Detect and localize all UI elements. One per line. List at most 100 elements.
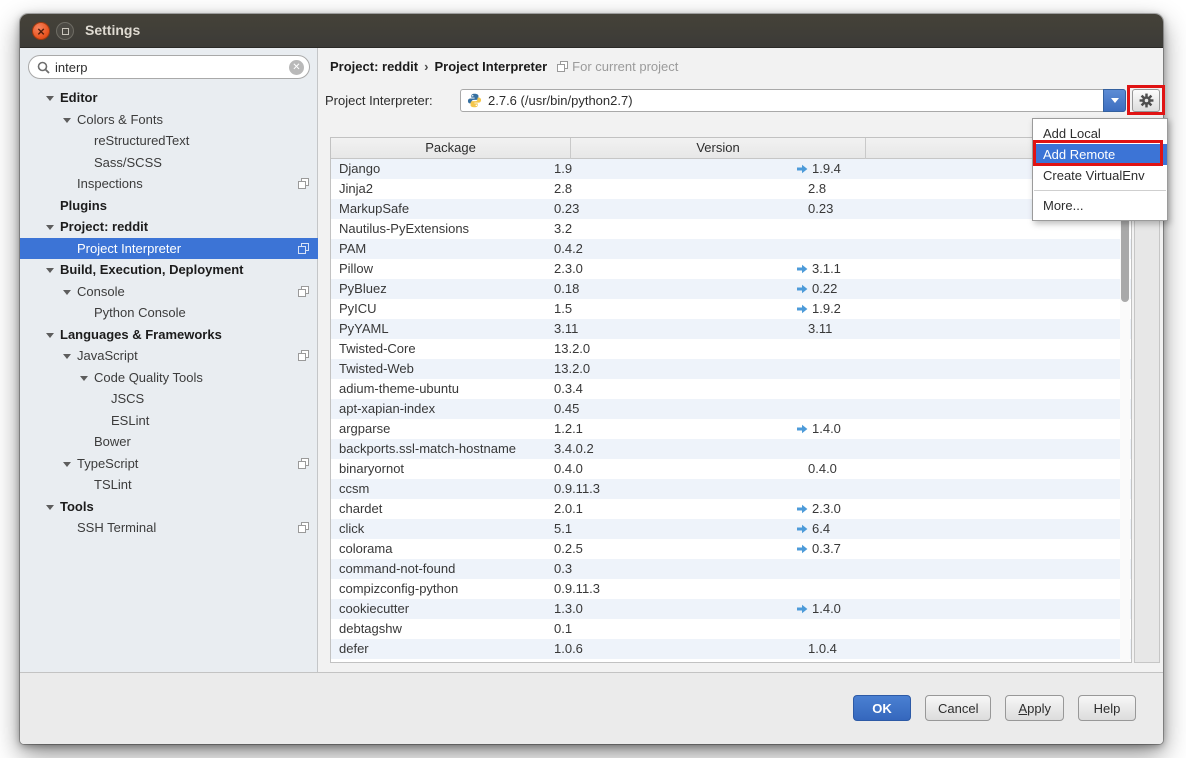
package-row-pam[interactable]: PAM0.4.2 xyxy=(331,239,1131,259)
column-header-package[interactable]: Package xyxy=(331,138,571,159)
sidebar-item-plugins[interactable]: Plugins xyxy=(20,195,318,217)
sidebar-item-jscs[interactable]: JSCS xyxy=(20,388,318,410)
sidebar-item-inspections[interactable]: Inspections xyxy=(20,173,318,195)
gear-button[interactable] xyxy=(1132,89,1160,112)
package-row-pyyaml[interactable]: PyYAML3.113.11 xyxy=(331,319,1131,339)
menu-item-add-local[interactable]: Add Local xyxy=(1033,123,1167,144)
sidebar-item-code-quality-tools[interactable]: Code Quality Tools xyxy=(20,367,318,389)
settings-tree: EditorColors & FontsreStructuredTextSass… xyxy=(20,87,318,539)
sidebar-item-languages-frameworks[interactable]: Languages & Frameworks xyxy=(20,324,318,346)
package-row-command-not-found[interactable]: command-not-found0.3 xyxy=(331,559,1131,579)
upgrade-arrow-icon xyxy=(796,604,808,614)
cell-version: 0.4.0 xyxy=(554,459,583,479)
menu-item-create-virtualenv[interactable]: Create VirtualEnv xyxy=(1033,165,1167,186)
package-row-pybluez[interactable]: PyBluez 0.18 0.22 xyxy=(331,279,1131,299)
sidebar-item-ssh-terminal[interactable]: SSH Terminal xyxy=(20,517,318,539)
sidebar-item-console[interactable]: Console xyxy=(20,281,318,303)
package-row-debtagshw[interactable]: debtagshw0.1 xyxy=(331,619,1131,639)
package-row-django[interactable]: Django1.91.9.4 xyxy=(331,159,1131,179)
cell-version: 13.2.0 xyxy=(554,339,590,359)
apply-button[interactable]: Apply xyxy=(1005,695,1064,721)
upgrade-arrow-icon xyxy=(796,424,808,434)
cell-package: backports.ssl-match-hostname xyxy=(339,439,516,459)
sidebar-item-restructuredtext[interactable]: reStructuredText xyxy=(20,130,318,152)
column-header-version[interactable]: Version xyxy=(571,138,866,159)
sidebar-item-tools[interactable]: Tools xyxy=(20,496,318,518)
cell-version: 0.18 xyxy=(554,279,579,299)
maximize-button[interactable] xyxy=(56,22,74,40)
cell-package: Nautilus-PyExtensions xyxy=(339,219,469,239)
cell-package: Twisted-Core xyxy=(339,339,416,359)
sidebar-item-javascript[interactable]: JavaScript xyxy=(20,345,318,367)
ok-button[interactable]: OK xyxy=(853,695,911,721)
package-row-adium-theme-ubuntu[interactable]: adium-theme-ubuntu0.3.4 xyxy=(331,379,1131,399)
desktop: × Settings ✕ EditorColors & FontsreStruc… xyxy=(0,0,1186,758)
sidebar-item-sass-scss[interactable]: Sass/SCSS xyxy=(20,152,318,174)
sidebar-item-python-console[interactable]: Python Console xyxy=(20,302,318,324)
package-row-twisted-core[interactable]: Twisted-Core 13.2.0 xyxy=(331,339,1131,359)
cell-package: debtagshw xyxy=(339,619,402,639)
chevron-down-icon xyxy=(46,324,60,346)
package-row-ccsm[interactable]: ccsm0.9.11.3 xyxy=(331,479,1131,499)
cell-version: 1.0.6 xyxy=(554,639,583,659)
package-row-click[interactable]: click5.16.4 xyxy=(331,519,1131,539)
help-button[interactable]: Help xyxy=(1078,695,1136,721)
table-header: PackageVersionLatest xyxy=(331,138,1131,159)
cancel-button[interactable]: Cancel xyxy=(925,695,991,721)
cell-package: MarkupSafe xyxy=(339,199,409,219)
upgrade-arrow-icon xyxy=(796,524,808,534)
breadcrumb-separator: › xyxy=(424,59,428,74)
package-row-compizconfig-python[interactable]: compizconfig-python0.9.11.3 xyxy=(331,579,1131,599)
cell-package: chardet xyxy=(339,499,382,519)
table-scrollbar[interactable] xyxy=(1120,160,1130,663)
sidebar-item-bower[interactable]: Bower xyxy=(20,431,318,453)
package-row-binaryornot[interactable]: binaryornot0.4.00.4.0 xyxy=(331,459,1131,479)
package-row-nautilus-pyextensions[interactable]: Nautilus-PyExtensions3.2 xyxy=(331,219,1131,239)
sidebar-item-typescript[interactable]: TypeScript xyxy=(20,453,318,475)
cell-latest: 0.22 xyxy=(796,279,837,299)
cell-latest: 0.23 xyxy=(796,199,833,219)
sidebar-item-project-reddit[interactable]: Project: reddit xyxy=(20,216,318,238)
sidebar-item-tslint[interactable]: TSLint xyxy=(20,474,318,496)
cell-package: PyYAML xyxy=(339,319,389,339)
package-row-dirspec[interactable]: dirspec13.1013.08 xyxy=(331,659,1131,663)
search-input[interactable] xyxy=(55,60,283,75)
package-row-defer[interactable]: defer1.0.61.0.4 xyxy=(331,639,1131,659)
menu-item-more[interactable]: More... xyxy=(1033,195,1167,216)
cell-package: binaryornot xyxy=(339,459,404,479)
close-button[interactable]: × xyxy=(32,22,50,40)
project-scope-icon xyxy=(298,243,309,254)
package-row-chardet[interactable]: chardet2.0.12.3.0 xyxy=(331,499,1131,519)
package-row-cookiecutter[interactable]: cookiecutter1.3.01.4.0 xyxy=(331,599,1131,619)
combo-dropdown-arrow[interactable] xyxy=(1103,89,1126,112)
search-box[interactable]: ✕ xyxy=(28,55,310,79)
cell-package: PyICU xyxy=(339,299,377,319)
interpreter-combobox[interactable]: 2.7.6 (/usr/bin/python2.7) xyxy=(460,89,1126,112)
cell-version: 0.9.11.3 xyxy=(554,579,600,599)
cell-version: 2.8 xyxy=(554,179,572,199)
cell-version: 2.3.0 xyxy=(554,259,583,279)
package-row-jinja2[interactable]: Jinja22.82.8 xyxy=(331,179,1131,199)
cell-version: 0.3 xyxy=(554,559,572,579)
package-row-twisted-web[interactable]: Twisted-Web13.2.0 xyxy=(331,359,1131,379)
sidebar-item-build-execution-deployment[interactable]: Build, Execution, Deployment xyxy=(20,259,318,281)
cell-package: colorama xyxy=(339,539,392,559)
clear-search-icon[interactable]: ✕ xyxy=(289,60,304,75)
package-row-colorama[interactable]: colorama0.2.50.3.7 xyxy=(331,539,1131,559)
cell-package: PyBluez xyxy=(339,279,387,299)
cell-version: 13.2.0 xyxy=(554,359,590,379)
package-row-argparse[interactable]: argparse1.2.11.4.0 xyxy=(331,419,1131,439)
package-row-apt-xapian-index[interactable]: apt-xapian-index0.45 xyxy=(331,399,1131,419)
sidebar-item-editor[interactable]: Editor xyxy=(20,87,318,109)
sidebar-item-eslint[interactable]: ESLint xyxy=(20,410,318,432)
package-row-backports-ssl-match-hostname[interactable]: backports.ssl-match-hostname3.4.0.2 xyxy=(331,439,1131,459)
cell-version: 2.0.1 xyxy=(554,499,583,519)
package-row-pyicu[interactable]: PyICU1.51.9.2 xyxy=(331,299,1131,319)
menu-item-add-remote[interactable]: Add Remote xyxy=(1033,144,1167,165)
sidebar-item-project-interpreter[interactable]: Project Interpreter xyxy=(20,238,318,260)
package-row-markupsafe[interactable]: MarkupSafe0.230.23 xyxy=(331,199,1131,219)
sidebar-item-colors-fonts[interactable]: Colors & Fonts xyxy=(20,109,318,131)
package-row-pillow[interactable]: Pillow2.3.03.1.1 xyxy=(331,259,1131,279)
upgrade-arrow-icon xyxy=(796,504,808,514)
cell-package: Django xyxy=(339,159,380,179)
